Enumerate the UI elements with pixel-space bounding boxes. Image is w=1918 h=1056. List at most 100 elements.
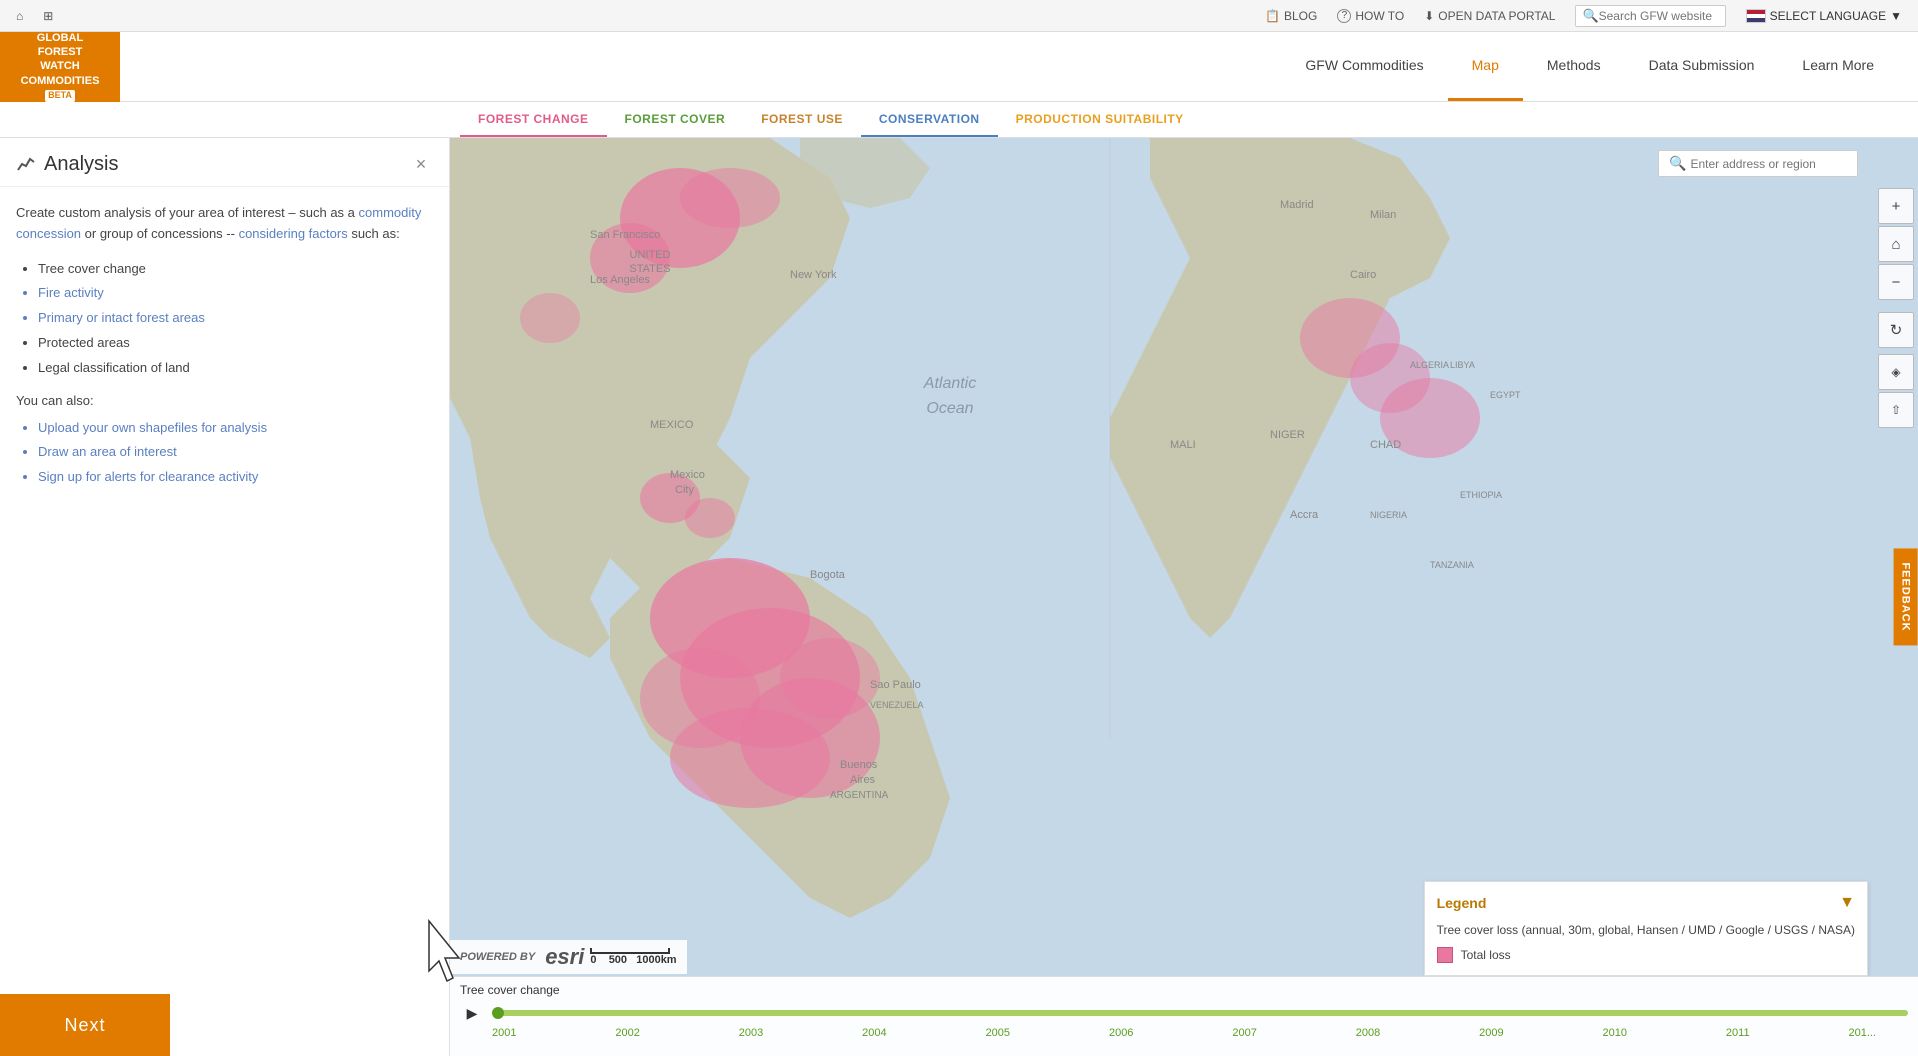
tab-forest-cover[interactable]: FOREST COVER (607, 102, 744, 137)
also-label: You can also: (16, 393, 433, 408)
action-upload[interactable]: Upload your own shapefiles for analysis (38, 418, 433, 439)
logo[interactable]: GLOBAL FOREST WATCH COMMODITIES BETA (0, 32, 120, 102)
home-icon: ⌂ (16, 9, 23, 23)
search-input[interactable] (1599, 9, 1719, 23)
nav-data-submission[interactable]: Data Submission (1625, 32, 1779, 101)
svg-text:Ocean: Ocean (926, 400, 973, 417)
factor-forest: Primary or intact forest areas (38, 308, 433, 329)
nav-methods[interactable]: Methods (1523, 32, 1625, 101)
map-tabs: FOREST CHANGE FOREST COVER FOREST USE CO… (0, 102, 1918, 138)
tab-conservation[interactable]: CONSERVATION (861, 102, 998, 137)
year-2003: 2003 (739, 1027, 763, 1039)
legend-item-total-loss: Total loss (1437, 947, 1855, 963)
next-button[interactable]: Next (0, 994, 170, 1056)
svg-text:Atlantic: Atlantic (923, 375, 976, 392)
intro-text: Create custom analysis of your area of i… (16, 203, 433, 245)
svg-text:Madrid: Madrid (1280, 199, 1314, 211)
svg-text:NIGER: NIGER (1270, 429, 1305, 441)
svg-text:MALI: MALI (1170, 439, 1196, 451)
year-2011: 2011 (1726, 1027, 1750, 1039)
howto-link[interactable]: ? HOW TO (1337, 9, 1404, 23)
map-area[interactable]: Atlantic Ocean UNITED STATES San Francis… (450, 138, 1918, 1056)
svg-text:LIBYA: LIBYA (1450, 360, 1475, 370)
svg-text:EGYPT: EGYPT (1490, 390, 1521, 400)
zoom-out-button[interactable]: − (1878, 264, 1914, 300)
timeline-thumb[interactable] (492, 1007, 504, 1019)
powered-by-esri: POWERED BY (460, 951, 535, 963)
timeline-panel: Tree cover change ▶ 2001 2002 2003 2004 … (450, 976, 1918, 1056)
legend-swatch (1437, 947, 1453, 963)
nav-learn-more[interactable]: Learn More (1778, 32, 1898, 101)
nav-gfw-commodities[interactable]: GFW Commodities (1281, 32, 1447, 101)
download-icon: ⬇ (1424, 9, 1434, 23)
action-draw[interactable]: Draw an area of interest (38, 442, 433, 463)
question-icon: ? (1337, 9, 1351, 23)
svg-text:ALGERIA: ALGERIA (1410, 360, 1449, 370)
content-area: Analysis × Create custom analysis of you… (0, 138, 1918, 1056)
scale-bar: 0 500 1000km (590, 948, 676, 966)
year-2006: 2006 (1109, 1027, 1133, 1039)
tab-forest-change[interactable]: FOREST CHANGE (460, 102, 607, 137)
svg-text:MEXICO: MEXICO (650, 419, 694, 431)
top-bar: ⌂ ⊞ 📋 BLOG ? HOW TO ⬇ OPEN DATA PORTAL 🔍… (0, 0, 1918, 32)
svg-text:Mexico: Mexico (670, 469, 705, 481)
svg-text:New York: New York (790, 269, 837, 281)
year-2001: 2001 (492, 1027, 516, 1039)
svg-text:San Francisco: San Francisco (590, 229, 660, 241)
nav-map[interactable]: Map (1448, 32, 1523, 101)
search-icon: 🔍 (1582, 8, 1598, 24)
grid-nav[interactable]: ⊞ (43, 9, 53, 23)
year-2009: 2009 (1479, 1027, 1503, 1039)
map-search-input[interactable] (1690, 157, 1847, 171)
svg-text:Cairo: Cairo (1350, 269, 1376, 281)
legend-header: Legend ▼ (1437, 894, 1855, 912)
svg-text:Buenos: Buenos (840, 759, 878, 771)
svg-text:Sao Paulo: Sao Paulo (870, 679, 921, 691)
svg-text:Accra: Accra (1290, 509, 1319, 521)
timeline-label: Tree cover change (460, 983, 1908, 997)
svg-text:CHAD: CHAD (1370, 439, 1401, 451)
main-nav: GFW Commodities Map Methods Data Submiss… (120, 32, 1918, 101)
legend-layer-name: Tree cover loss (annual, 30m, global, Ha… (1437, 922, 1855, 939)
chevron-down-icon: ▼ (1890, 9, 1902, 23)
year-2002: 2002 (615, 1027, 639, 1039)
svg-text:TANZANIA: TANZANIA (1430, 560, 1474, 570)
home-nav[interactable]: ⌂ (16, 9, 23, 23)
site-search[interactable]: 🔍 (1575, 5, 1725, 27)
legend-item-label: Total loss (1461, 948, 1511, 962)
svg-text:ARGENTINA: ARGENTINA (830, 790, 889, 801)
refresh-button[interactable]: ↻ (1878, 312, 1914, 348)
language-selector[interactable]: SELECT LANGUAGE ▼ (1746, 9, 1902, 23)
action-alerts[interactable]: Sign up for alerts for clearance activit… (38, 467, 433, 488)
year-2007: 2007 (1232, 1027, 1256, 1039)
year-2010: 2010 (1603, 1027, 1627, 1039)
svg-text:UNITED: UNITED (630, 249, 671, 261)
year-2004: 2004 (862, 1027, 886, 1039)
zoom-in-button[interactable]: + (1878, 188, 1914, 224)
legend-title: Legend (1437, 895, 1487, 911)
play-button[interactable]: ▶ (460, 1001, 484, 1025)
timeline-years: 2001 2002 2003 2004 2005 2006 2007 2008 … (460, 1025, 1908, 1039)
sidebar-header: Analysis × (0, 138, 449, 187)
zoom-home-button[interactable]: ⌂ (1878, 226, 1914, 262)
year-2005: 2005 (986, 1027, 1010, 1039)
factor-legal: Legal classification of land (38, 358, 433, 379)
tab-forest-use[interactable]: FOREST USE (743, 102, 861, 137)
opendata-link[interactable]: ⬇ OPEN DATA PORTAL (1424, 9, 1555, 23)
year-last: 201... (1848, 1027, 1876, 1039)
layers-button[interactable]: ◈ (1878, 354, 1914, 390)
timeline-track[interactable] (492, 1010, 1908, 1016)
tab-production-suitability[interactable]: PRODUCTION SUITABILITY (998, 102, 1202, 137)
map-search-box[interactable]: 🔍 (1658, 150, 1858, 177)
sidebar-body: Create custom analysis of your area of i… (0, 187, 449, 1056)
main-header: GLOBAL FOREST WATCH COMMODITIES BETA GFW… (0, 32, 1918, 102)
legend-toggle[interactable]: ▼ (1839, 894, 1855, 912)
factor-tree-cover: Tree cover change (38, 259, 433, 280)
blog-link[interactable]: 📋 BLOG (1265, 9, 1317, 23)
factor-protected: Protected areas (38, 333, 433, 354)
feedback-tab[interactable]: FEEDBACK (1893, 548, 1917, 645)
svg-text:Los Angeles: Los Angeles (590, 274, 650, 286)
close-icon: × (416, 154, 427, 175)
close-button[interactable]: × (409, 152, 433, 176)
share-button[interactable]: ⇧ (1878, 392, 1914, 428)
